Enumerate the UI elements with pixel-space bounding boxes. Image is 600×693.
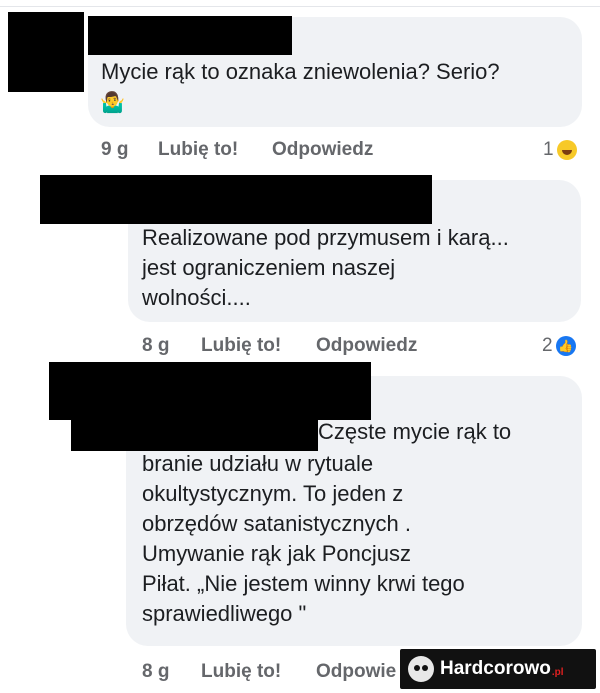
reply-link-3[interactable]: Odpowie: [316, 661, 396, 683]
redacted-author-name-1: [88, 16, 292, 55]
reply-link-1[interactable]: Odpowiedz: [272, 139, 373, 161]
redacted-author-name-3: [49, 362, 371, 420]
comment-text-3: branie udziału w rytuale okultystycznym.…: [142, 451, 465, 626]
reaction-count-2: 2: [542, 335, 553, 356]
comment-actions-2: 8 g Lubię to! Odpowiedz: [0, 335, 600, 359]
comment-time-3[interactable]: 8 g: [142, 661, 169, 683]
comment-time-2[interactable]: 8 g: [142, 335, 169, 357]
redacted-mention: [71, 419, 318, 451]
like-link-3[interactable]: Lubię to!: [201, 661, 281, 683]
shrug-emoji: 🤷‍♂️: [100, 92, 125, 114]
laugh-reaction-icon: [556, 140, 577, 160]
like-link-1[interactable]: Lubię to!: [158, 139, 238, 161]
redacted-author-name-2: [40, 175, 432, 224]
like-reaction-icon: 👍: [555, 336, 576, 356]
like-link-2[interactable]: Lubię to!: [201, 335, 281, 357]
comment-text-3-first-line: Częste mycie rąk to: [318, 419, 512, 444]
comment-time-1[interactable]: 9 g: [101, 139, 128, 161]
reaction-summary-1[interactable]: 1: [543, 139, 577, 161]
watermark-tld: .pl: [551, 666, 564, 678]
comment-text-1: Mycie rąk to oznaka zniewolenia? Serio?: [101, 59, 500, 84]
skull-icon: [408, 656, 434, 682]
watermark-name: Hardcorowo: [440, 658, 551, 679]
reaction-count-1: 1: [543, 139, 554, 160]
reply-link-2[interactable]: Odpowiedz: [316, 335, 417, 357]
redacted-avatar-1: [8, 12, 84, 92]
comment-actions-1: 9 g Lubię to! Odpowiedz: [0, 139, 600, 163]
reaction-summary-2[interactable]: 2 👍: [542, 335, 576, 357]
hardcorowo-watermark: Hardcorowo .pl: [400, 649, 596, 689]
comment-text-2: Realizowane pod przymusem i karą... jest…: [142, 225, 509, 310]
top-divider: [0, 6, 600, 7]
